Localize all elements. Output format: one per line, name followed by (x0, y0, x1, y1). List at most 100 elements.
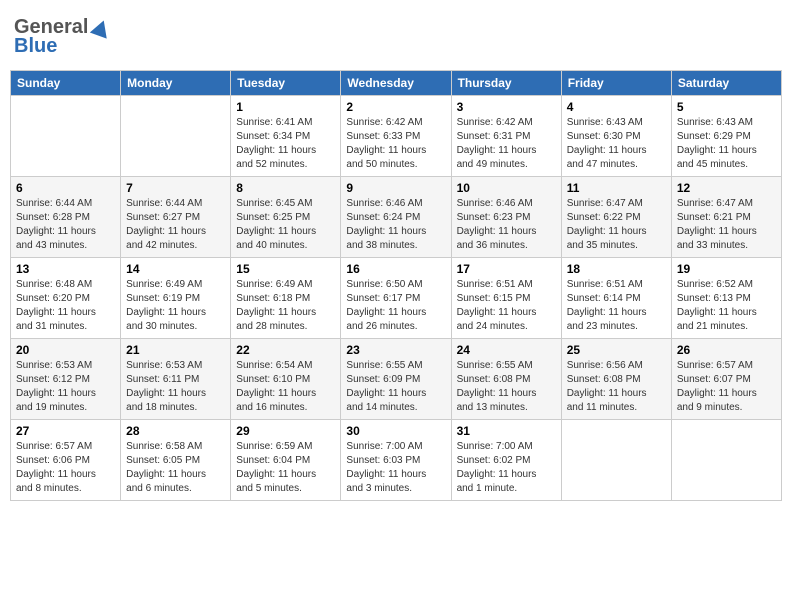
day-number: 12 (677, 181, 776, 195)
day-info: Sunrise: 6:52 AM Sunset: 6:13 PM Dayligh… (677, 278, 776, 334)
day-number: 29 (236, 424, 335, 438)
calendar-cell: 24 Sunrise: 6:55 AM Sunset: 6:08 PM Dayli… (451, 339, 561, 420)
day-number: 3 (457, 100, 556, 114)
calendar-cell: 14 Sunrise: 6:49 AM Sunset: 6:19 PM Dayli… (121, 258, 231, 339)
calendar-cell: 29 Sunrise: 6:59 AM Sunset: 6:04 PM Dayli… (231, 420, 341, 501)
calendar-cell: 9 Sunrise: 6:46 AM Sunset: 6:24 PM Daylig… (341, 177, 451, 258)
day-info: Sunrise: 6:53 AM Sunset: 6:12 PM Dayligh… (16, 359, 115, 415)
weekday-header-sunday: Sunday (11, 71, 121, 96)
day-info: Sunrise: 7:00 AM Sunset: 6:02 PM Dayligh… (457, 440, 556, 496)
day-number: 13 (16, 262, 115, 276)
day-number: 14 (126, 262, 225, 276)
calendar-cell: 13 Sunrise: 6:48 AM Sunset: 6:20 PM Dayli… (11, 258, 121, 339)
day-info: Sunrise: 6:44 AM Sunset: 6:28 PM Dayligh… (16, 197, 115, 253)
logo-blue-text: Blue (14, 35, 57, 58)
day-number: 6 (16, 181, 115, 195)
day-info: Sunrise: 6:42 AM Sunset: 6:31 PM Dayligh… (457, 116, 556, 172)
day-info: Sunrise: 6:55 AM Sunset: 6:09 PM Dayligh… (346, 359, 445, 415)
week-row-3: 13 Sunrise: 6:48 AM Sunset: 6:20 PM Dayli… (11, 258, 782, 339)
calendar-cell: 28 Sunrise: 6:58 AM Sunset: 6:05 PM Dayli… (121, 420, 231, 501)
day-number: 21 (126, 343, 225, 357)
calendar-cell: 16 Sunrise: 6:50 AM Sunset: 6:17 PM Dayli… (341, 258, 451, 339)
day-info: Sunrise: 6:55 AM Sunset: 6:08 PM Dayligh… (457, 359, 556, 415)
day-number: 20 (16, 343, 115, 357)
day-number: 11 (567, 181, 666, 195)
day-info: Sunrise: 6:46 AM Sunset: 6:24 PM Dayligh… (346, 197, 445, 253)
day-number: 5 (677, 100, 776, 114)
calendar-cell (11, 96, 121, 177)
logo-icon (90, 17, 112, 38)
day-number: 27 (16, 424, 115, 438)
day-info: Sunrise: 6:49 AM Sunset: 6:18 PM Dayligh… (236, 278, 335, 334)
day-number: 30 (346, 424, 445, 438)
calendar-cell: 3 Sunrise: 6:42 AM Sunset: 6:31 PM Daylig… (451, 96, 561, 177)
day-number: 24 (457, 343, 556, 357)
calendar-cell: 31Sunrise: 7:00 AM Sunset: 6:02 PM Dayli… (451, 420, 561, 501)
day-number: 22 (236, 343, 335, 357)
day-info: Sunrise: 6:58 AM Sunset: 6:05 PM Dayligh… (126, 440, 225, 496)
calendar-table: SundayMondayTuesdayWednesdayThursdayFrid… (10, 70, 782, 501)
calendar-cell: 18 Sunrise: 6:51 AM Sunset: 6:14 PM Dayli… (561, 258, 671, 339)
week-row-5: 27 Sunrise: 6:57 AM Sunset: 6:06 PM Dayli… (11, 420, 782, 501)
day-number: 25 (567, 343, 666, 357)
calendar-cell: 20 Sunrise: 6:53 AM Sunset: 6:12 PM Dayli… (11, 339, 121, 420)
calendar-cell: 4 Sunrise: 6:43 AM Sunset: 6:30 PM Daylig… (561, 96, 671, 177)
calendar-cell: 25 Sunrise: 6:56 AM Sunset: 6:08 PM Dayli… (561, 339, 671, 420)
calendar-cell: 10Sunrise: 6:46 AM Sunset: 6:23 PM Dayli… (451, 177, 561, 258)
weekday-header-row: SundayMondayTuesdayWednesdayThursdayFrid… (11, 71, 782, 96)
day-info: Sunrise: 6:56 AM Sunset: 6:08 PM Dayligh… (567, 359, 666, 415)
day-number: 10 (457, 181, 556, 195)
calendar-cell (671, 420, 781, 501)
day-info: Sunrise: 6:48 AM Sunset: 6:20 PM Dayligh… (16, 278, 115, 334)
day-info: Sunrise: 6:51 AM Sunset: 6:14 PM Dayligh… (567, 278, 666, 334)
day-info: Sunrise: 6:44 AM Sunset: 6:27 PM Dayligh… (126, 197, 225, 253)
day-number: 16 (346, 262, 445, 276)
calendar-cell: 15 Sunrise: 6:49 AM Sunset: 6:18 PM Dayli… (231, 258, 341, 339)
day-number: 1 (236, 100, 335, 114)
day-info: Sunrise: 6:57 AM Sunset: 6:07 PM Dayligh… (677, 359, 776, 415)
calendar-cell: 30 Sunrise: 7:00 AM Sunset: 6:03 PM Dayli… (341, 420, 451, 501)
calendar-cell: 22Sunrise: 6:54 AM Sunset: 6:10 PM Dayli… (231, 339, 341, 420)
day-number: 26 (677, 343, 776, 357)
day-info: Sunrise: 6:51 AM Sunset: 6:15 PM Dayligh… (457, 278, 556, 334)
day-number: 15 (236, 262, 335, 276)
week-row-2: 6 Sunrise: 6:44 AM Sunset: 6:28 PM Daylig… (11, 177, 782, 258)
day-info: Sunrise: 6:50 AM Sunset: 6:17 PM Dayligh… (346, 278, 445, 334)
calendar-cell: 6 Sunrise: 6:44 AM Sunset: 6:28 PM Daylig… (11, 177, 121, 258)
calendar-cell: 27 Sunrise: 6:57 AM Sunset: 6:06 PM Dayli… (11, 420, 121, 501)
calendar-cell: 1 Sunrise: 6:41 AM Sunset: 6:34 PM Daylig… (231, 96, 341, 177)
day-info: Sunrise: 6:47 AM Sunset: 6:22 PM Dayligh… (567, 197, 666, 253)
day-number: 18 (567, 262, 666, 276)
weekday-header-tuesday: Tuesday (231, 71, 341, 96)
day-info: Sunrise: 6:59 AM Sunset: 6:04 PM Dayligh… (236, 440, 335, 496)
week-row-1: 1 Sunrise: 6:41 AM Sunset: 6:34 PM Daylig… (11, 96, 782, 177)
day-info: Sunrise: 6:43 AM Sunset: 6:30 PM Dayligh… (567, 116, 666, 172)
weekday-header-saturday: Saturday (671, 71, 781, 96)
day-number: 28 (126, 424, 225, 438)
day-info: Sunrise: 6:53 AM Sunset: 6:11 PM Dayligh… (126, 359, 225, 415)
weekday-header-friday: Friday (561, 71, 671, 96)
day-info: Sunrise: 6:41 AM Sunset: 6:34 PM Dayligh… (236, 116, 335, 172)
calendar-cell (561, 420, 671, 501)
calendar-cell: 12 Sunrise: 6:47 AM Sunset: 6:21 PM Dayli… (671, 177, 781, 258)
calendar-cell: 7Sunrise: 6:44 AM Sunset: 6:27 PM Daylig… (121, 177, 231, 258)
day-number: 8 (236, 181, 335, 195)
weekday-header-wednesday: Wednesday (341, 71, 451, 96)
day-info: Sunrise: 6:57 AM Sunset: 6:06 PM Dayligh… (16, 440, 115, 496)
day-info: Sunrise: 7:00 AM Sunset: 6:03 PM Dayligh… (346, 440, 445, 496)
day-number: 4 (567, 100, 666, 114)
day-info: Sunrise: 6:43 AM Sunset: 6:29 PM Dayligh… (677, 116, 776, 172)
calendar-cell: 26 Sunrise: 6:57 AM Sunset: 6:07 PM Dayli… (671, 339, 781, 420)
day-info: Sunrise: 6:49 AM Sunset: 6:19 PM Dayligh… (126, 278, 225, 334)
day-info: Sunrise: 6:42 AM Sunset: 6:33 PM Dayligh… (346, 116, 445, 172)
day-number: 19 (677, 262, 776, 276)
day-number: 9 (346, 181, 445, 195)
day-number: 2 (346, 100, 445, 114)
logo: General Blue (14, 16, 110, 58)
calendar-cell: 17Sunrise: 6:51 AM Sunset: 6:15 PM Dayli… (451, 258, 561, 339)
calendar-cell: 8 Sunrise: 6:45 AM Sunset: 6:25 PM Daylig… (231, 177, 341, 258)
day-info: Sunrise: 6:47 AM Sunset: 6:21 PM Dayligh… (677, 197, 776, 253)
page-header: General Blue (10, 10, 782, 64)
calendar-cell: 21 Sunrise: 6:53 AM Sunset: 6:11 PM Dayli… (121, 339, 231, 420)
day-info: Sunrise: 6:45 AM Sunset: 6:25 PM Dayligh… (236, 197, 335, 253)
